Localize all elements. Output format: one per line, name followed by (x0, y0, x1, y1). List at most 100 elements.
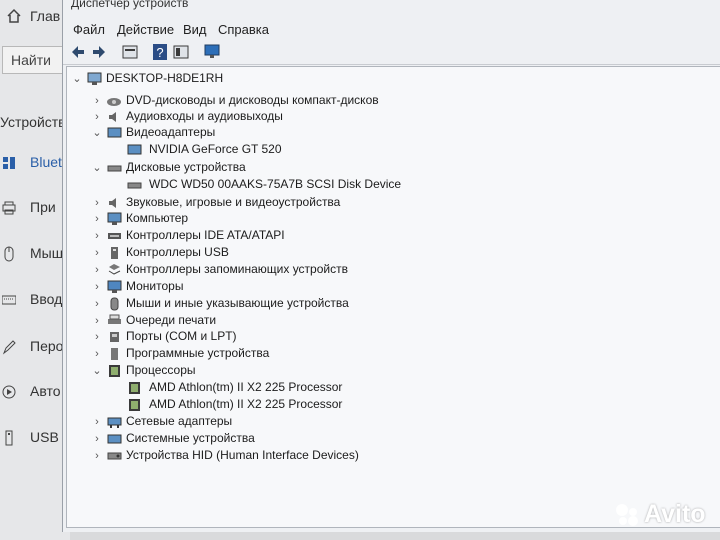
tree-category-label: Видеоадаптеры (126, 125, 216, 139)
tree-category-usb[interactable]: › Контроллеры USB (91, 245, 491, 262)
settings-item-bluetooth[interactable]: Bluet (0, 152, 70, 176)
chevron-down-icon[interactable]: ⌄ (91, 365, 103, 377)
chevron-right-icon[interactable]: › (91, 95, 103, 107)
settings-item-pen[interactable]: Перо (0, 336, 70, 360)
chevron-right-icon[interactable]: › (91, 450, 103, 462)
tree-category-ports[interactable]: › Порты (COM и LPT) (91, 329, 491, 346)
help-icon[interactable]: ? (151, 43, 169, 61)
chevron-down-icon[interactable]: ⌄ (91, 162, 103, 174)
chevron-down-icon[interactable]: ⌄ (71, 73, 83, 85)
chevron-right-icon[interactable]: › (91, 348, 103, 360)
chevron-right-icon[interactable]: › (91, 331, 103, 343)
disk-icon (107, 165, 122, 172)
chevron-down-icon[interactable]: ⌄ (91, 127, 103, 139)
settings-item-mouse[interactable]: Мыш (0, 243, 70, 267)
tree-category-audio-io[interactable]: › Аудиовходы и аудиовыходы (91, 109, 491, 126)
processor-icon (129, 399, 140, 411)
usb-icon (5, 430, 13, 446)
home-icon[interactable] (6, 8, 22, 24)
tree-category-label: Компьютер (126, 211, 189, 225)
disk-icon (127, 182, 142, 189)
chevron-right-icon[interactable]: › (91, 197, 103, 209)
chevron-right-icon[interactable]: › (91, 416, 103, 428)
chevron-right-icon[interactable]: › (91, 111, 103, 123)
chevron-right-icon[interactable]: › (91, 247, 103, 259)
tree-category-mice[interactable]: › Мыши и иные указывающие устройства (91, 296, 491, 313)
forward-icon[interactable] (90, 43, 108, 61)
settings-item-printers[interactable]: При (0, 197, 70, 221)
details-icon[interactable] (172, 43, 190, 61)
tree-device-gpu[interactable]: NVIDIA GeForce GT 520 (111, 142, 511, 159)
monitor-icon[interactable] (203, 43, 221, 61)
svg-text:?: ? (156, 45, 163, 60)
chevron-right-icon[interactable]: › (91, 281, 103, 293)
tree-device-label: NVIDIA GeForce GT 520 (149, 142, 282, 156)
tree-category-system-devices[interactable]: › Системные устройства (91, 431, 491, 448)
tree-device-label: AMD Athlon(tm) II X2 225 Processor (149, 380, 343, 394)
tree-category-ide[interactable]: › Контроллеры IDE ATA/ATAPI (91, 228, 491, 245)
settings-section-label: Устройств (0, 114, 66, 130)
display-adapter-icon (127, 144, 142, 155)
chevron-right-icon[interactable]: › (91, 230, 103, 242)
settings-item-input[interactable]: Ввод (0, 289, 70, 313)
chevron-right-icon[interactable]: › (91, 433, 103, 445)
tree-device-hdd[interactable]: WDC WD50 00AAKS-75A7B SCSI Disk Device (111, 177, 611, 194)
chevron-right-icon[interactable]: › (91, 298, 103, 310)
toolbar: ? (63, 40, 720, 65)
chevron-right-icon[interactable]: › (91, 264, 103, 276)
tree-category-storage-controllers[interactable]: › Контроллеры запоминающих устройств (91, 262, 491, 279)
settings-item-label: Перо (30, 338, 64, 354)
tree-category-computer[interactable]: › Компьютер (91, 211, 491, 228)
tree-category-label: Порты (COM и LPT) (126, 329, 237, 343)
tree-device-cpu-1[interactable]: AMD Athlon(tm) II X2 225 Processor (111, 397, 511, 414)
settings-title-bar: Глав (0, 0, 70, 32)
ide-controller-icon (108, 233, 121, 239)
printer-icon (2, 201, 16, 215)
bluetooth-devices-icon (3, 157, 15, 169)
properties-icon[interactable] (121, 43, 139, 61)
chevron-right-icon[interactable]: › (91, 213, 103, 225)
tree-category-network-adapters[interactable]: › Сетевые адаптеры (91, 414, 491, 431)
network-adapter-icon (107, 417, 122, 428)
settings-item-label: Ввод (30, 291, 63, 307)
menu-view[interactable]: Вид (183, 22, 207, 37)
tree-category-dvd[interactable]: › DVD-дисководы и дисководы компакт-диск… (91, 93, 491, 110)
processor-icon (129, 382, 140, 394)
settings-window: Глав Найти Устройств Bluet При Мыш Ввод … (0, 0, 70, 540)
settings-item-label: При (30, 199, 56, 215)
storage-controller-icon (108, 264, 121, 275)
tree-category-processors[interactable]: ⌄ Процессоры (91, 363, 491, 380)
settings-item-usb[interactable]: USB (0, 427, 70, 451)
settings-item-label: Bluet (30, 154, 62, 170)
speaker-icon (109, 112, 116, 122)
tree-category-hid[interactable]: › Устройства HID (Human Interface Device… (91, 448, 491, 465)
avito-watermark-text: Avito (644, 500, 706, 528)
tree-category-label: DVD-дисководы и дисководы компакт-дисков (126, 93, 379, 107)
tree-category-label: Контроллеры USB (126, 245, 229, 259)
tree-root[interactable]: ⌄ DESKTOP-H8DE1RH (71, 71, 371, 88)
menu-help[interactable]: Справка (218, 22, 269, 37)
computer-icon (107, 212, 122, 225)
tree-category-disk-drives[interactable]: ⌄ Дисковые устройства (91, 160, 491, 177)
menu-action[interactable]: Действие (117, 22, 174, 37)
back-icon[interactable] (69, 43, 87, 61)
monitor-icon (107, 280, 122, 293)
avito-watermark: Avito (614, 498, 714, 530)
settings-item-label: Авто (30, 383, 61, 399)
tree-device-cpu-0[interactable]: AMD Athlon(tm) II X2 225 Processor (111, 380, 511, 397)
tree-category-sound-video[interactable]: › Звуковые, игровые и видеоустройства (91, 195, 491, 212)
tree-category-monitors[interactable]: › Мониторы (91, 279, 491, 296)
tree-category-label: Устройства HID (Human Interface Devices) (126, 448, 359, 462)
settings-search-input[interactable]: Найти (2, 46, 68, 74)
menu-file[interactable]: Файл (73, 22, 105, 37)
window-title: Диспетчер устройств (71, 0, 189, 10)
device-tree: ⌄ DESKTOP-H8DE1RH › DVD-дисководы и диск… (66, 66, 720, 528)
port-icon (110, 332, 119, 342)
tree-category-label: Системные устройства (126, 431, 255, 445)
tree-category-software-devices[interactable]: › Программные устройства (91, 346, 491, 363)
mouse-icon (4, 246, 14, 262)
chevron-right-icon[interactable]: › (91, 315, 103, 327)
tree-category-display-adapters[interactable]: ⌄ Видеоадаптеры (91, 125, 491, 142)
settings-item-autoplay[interactable]: Авто (0, 381, 70, 405)
tree-category-print-queues[interactable]: › Очереди печати (91, 313, 491, 330)
